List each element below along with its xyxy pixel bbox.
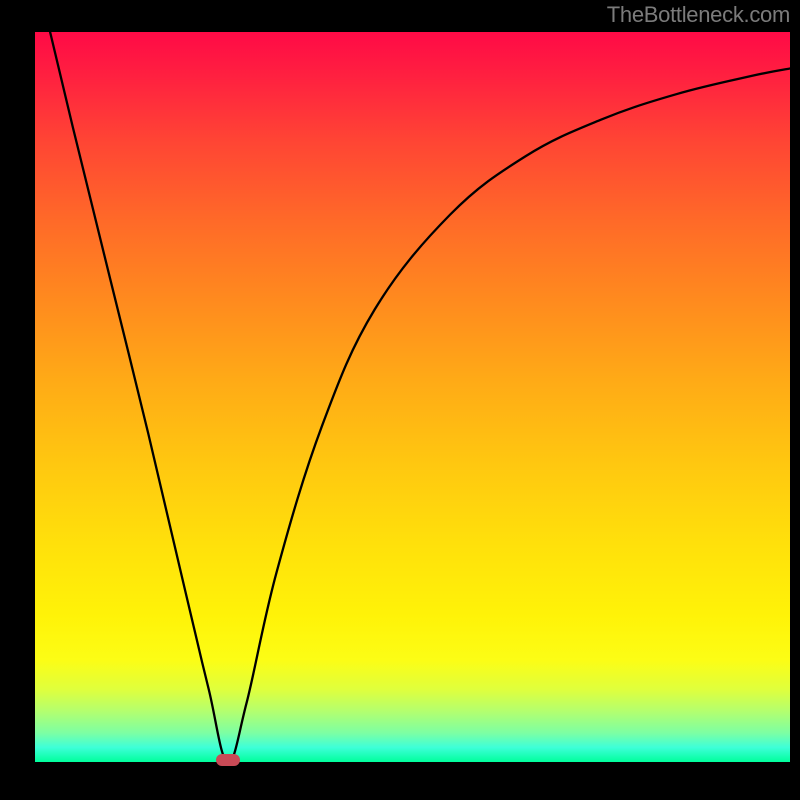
bottleneck-curve: [35, 32, 790, 762]
minimum-marker: [216, 754, 240, 766]
chart-container: TheBottleneck.com: [0, 0, 800, 800]
watermark-text: TheBottleneck.com: [607, 2, 790, 28]
